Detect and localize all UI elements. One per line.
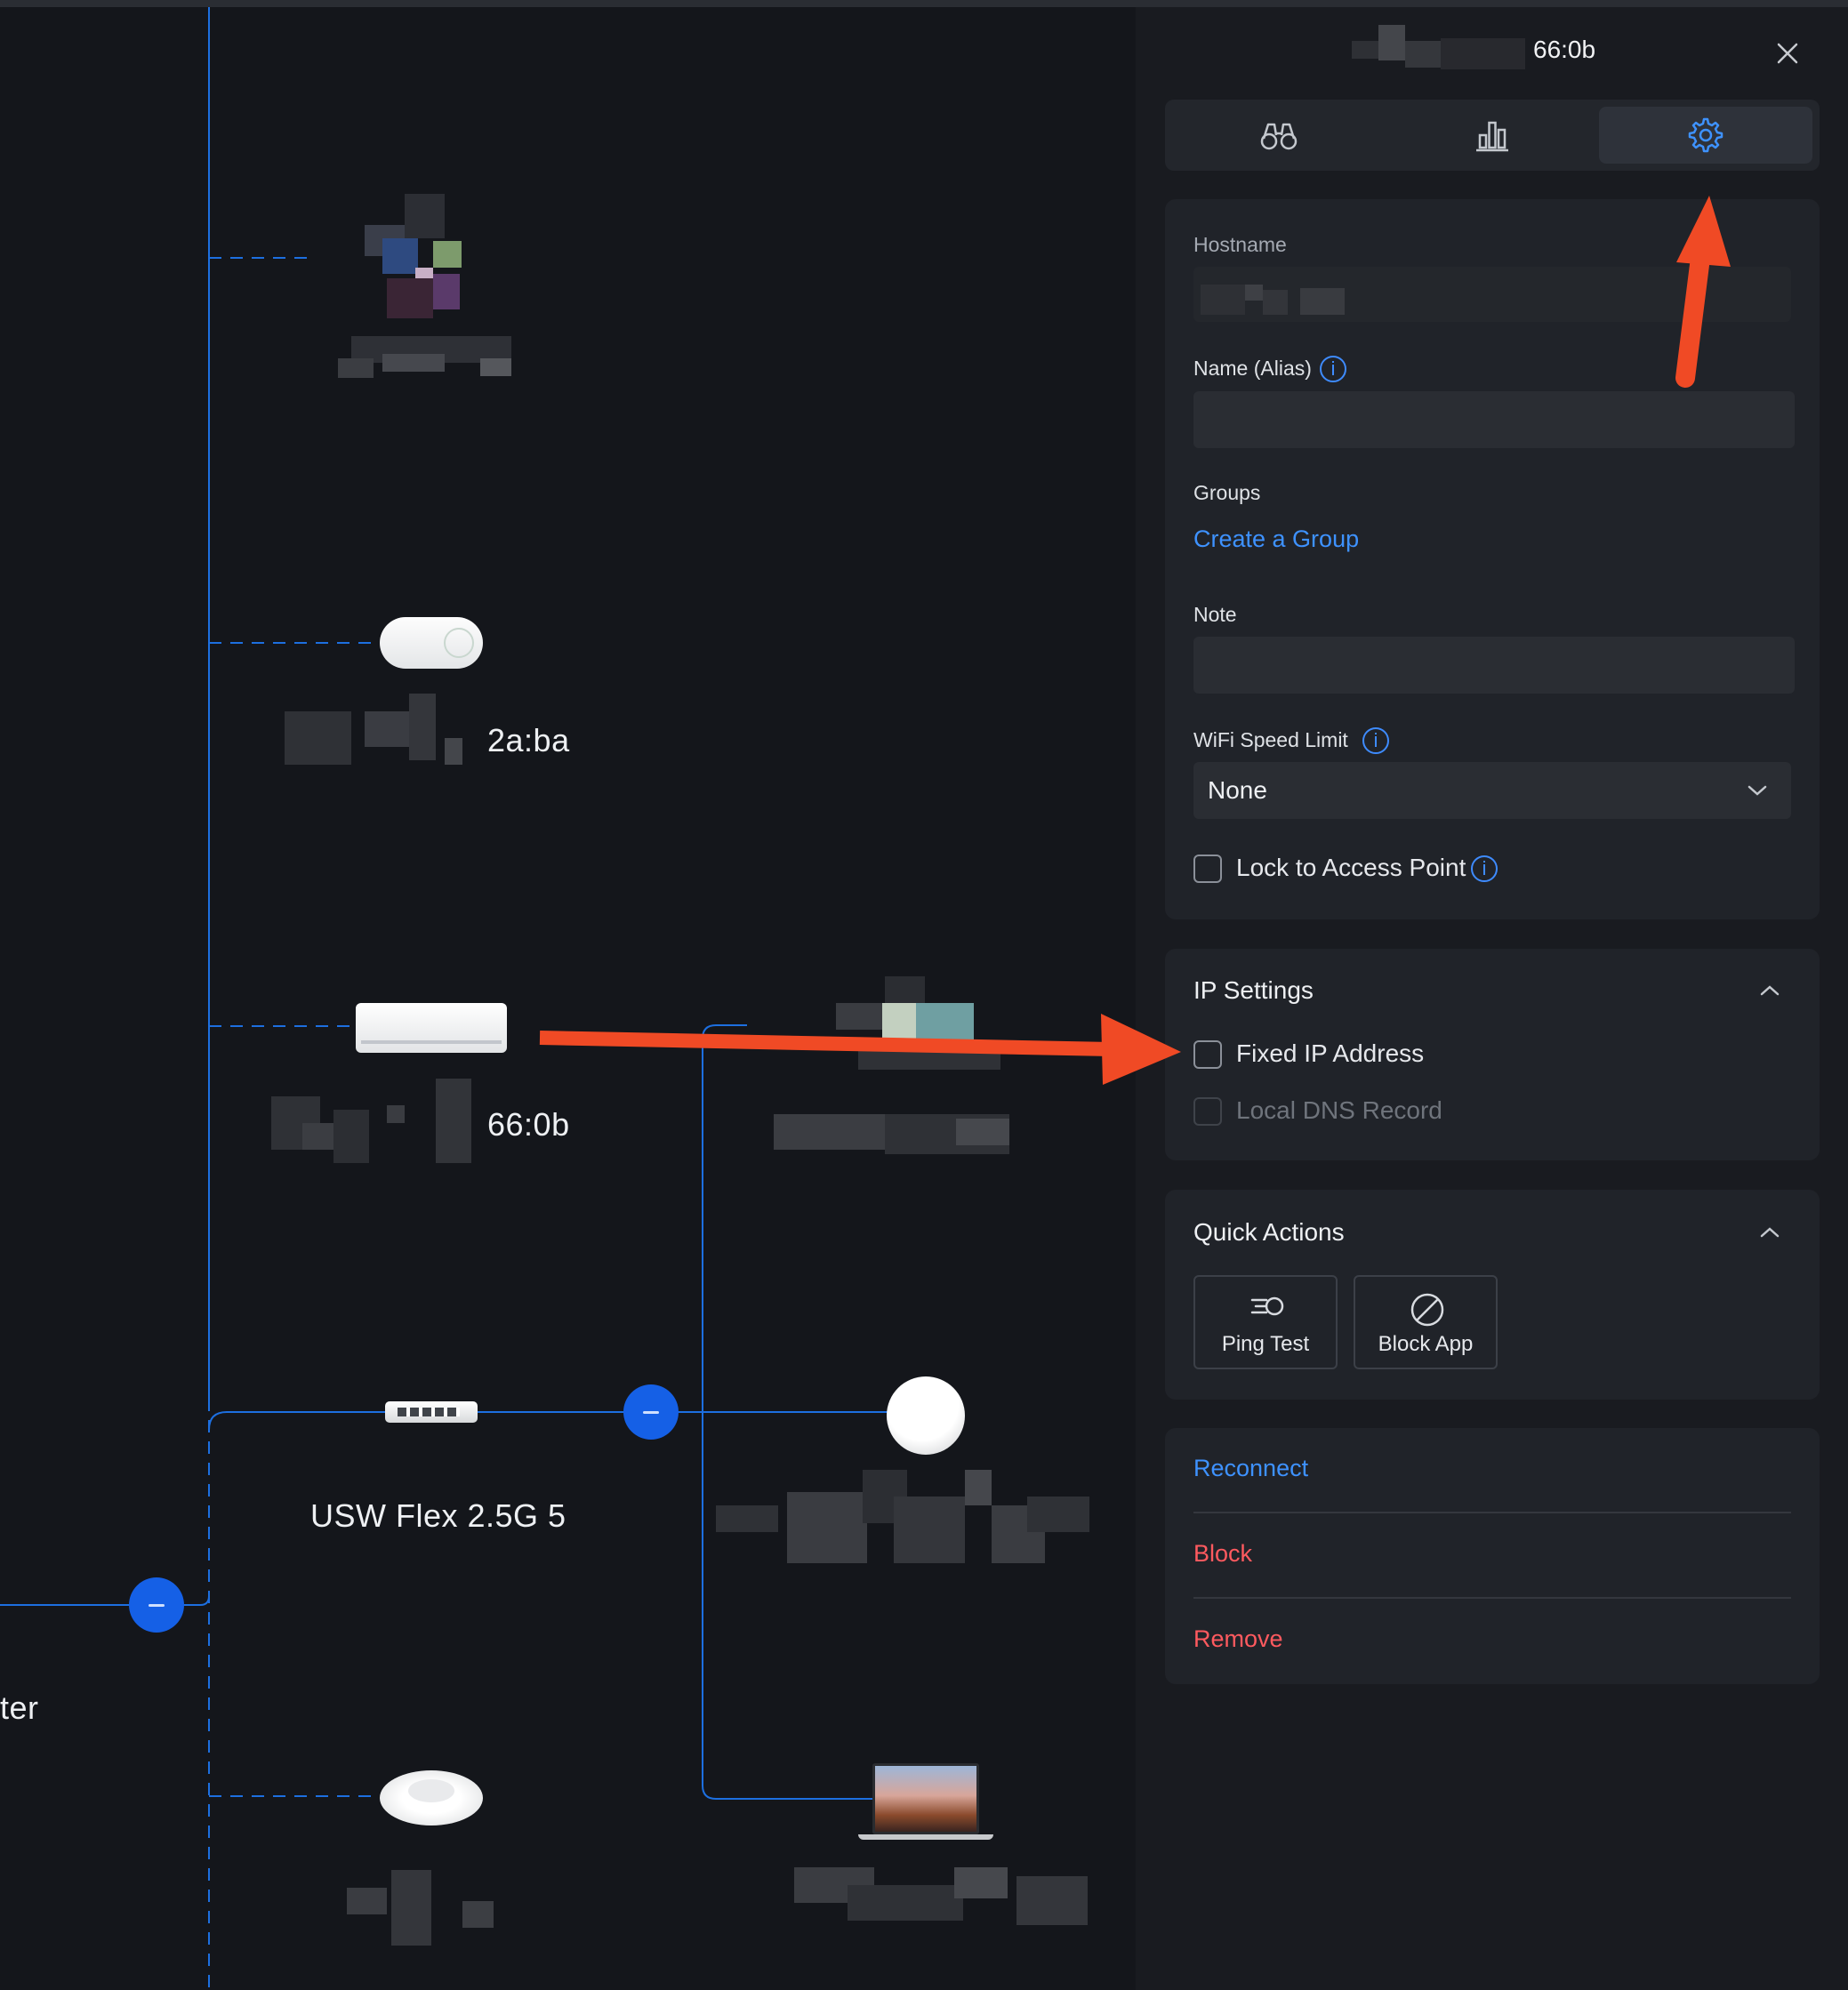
air-conditioner-icon[interactable]	[356, 1003, 507, 1053]
ping-test-label: Ping Test	[1221, 1332, 1310, 1356]
smart-plug-icon[interactable]	[380, 617, 483, 669]
access-point-icon[interactable]	[380, 1770, 483, 1826]
local-dns-checkbox	[1193, 1097, 1222, 1126]
alias-label: Name (Alias)	[1193, 357, 1312, 380]
fixed-ip-checkbox[interactable]	[1193, 1040, 1222, 1069]
info-icon[interactable]	[1471, 855, 1498, 882]
wifi-speed-select[interactable]: None	[1193, 762, 1791, 819]
window-top-edge	[0, 0, 1848, 7]
binoculars-icon	[1260, 123, 1298, 150]
divider	[1193, 1512, 1791, 1513]
device-label-switch: USW Flex 2.5G 5	[310, 1497, 566, 1534]
laptop-icon[interactable]	[858, 1763, 993, 1843]
pixelated-label	[253, 1079, 485, 1172]
pixelated-label	[347, 1861, 525, 1950]
switch-icon[interactable]	[385, 1401, 478, 1423]
gateway-label-fragment: ter	[0, 1689, 39, 1726]
tab-settings[interactable]	[1599, 107, 1812, 164]
chevron-down-icon	[1748, 785, 1767, 796]
reconnect-link[interactable]: Reconnect	[1193, 1455, 1308, 1482]
alias-input[interactable]	[1193, 391, 1795, 448]
local-dns-label: Local DNS Record	[1236, 1096, 1442, 1124]
panel-title: 66:0b	[1533, 36, 1596, 63]
pixelated-label	[716, 1470, 1125, 1568]
hostname-label: Hostname	[1193, 233, 1287, 256]
round-access-point-icon[interactable]	[887, 1376, 965, 1455]
ip-settings-title[interactable]: IP Settings	[1193, 976, 1314, 1005]
note-label: Note	[1193, 603, 1237, 626]
info-icon[interactable]	[1320, 356, 1346, 382]
gear-icon	[1688, 117, 1723, 153]
wifi-speed-label: WiFi Speed Limit	[1193, 728, 1348, 751]
quick-actions-title[interactable]: Quick Actions	[1193, 1218, 1345, 1247]
chevron-up-icon[interactable]	[1758, 1225, 1781, 1240]
tab-overview[interactable]	[1172, 107, 1386, 164]
groups-label: Groups	[1193, 481, 1261, 504]
wifi-speed-value: None	[1208, 776, 1267, 804]
remove-link[interactable]: Remove	[1193, 1625, 1283, 1653]
pixelated-label	[794, 1867, 1097, 1938]
collapse-switch-button[interactable]	[623, 1384, 679, 1440]
pixelated-device-1[interactable]	[302, 189, 516, 394]
block-link[interactable]: Block	[1193, 1540, 1252, 1568]
create-group-link[interactable]: Create a Group	[1193, 526, 1359, 553]
fixed-ip-label: Fixed IP Address	[1236, 1039, 1425, 1067]
block-app-label: Block App	[1378, 1332, 1474, 1356]
ping-icon	[1250, 1296, 1284, 1316]
panel-tabs	[1165, 100, 1820, 171]
info-icon[interactable]	[1362, 727, 1389, 754]
topology-canvas[interactable]: 2a:ba 66:0b USW Flex 2.5G 5 ter	[0, 7, 1136, 1990]
close-icon[interactable]	[1773, 39, 1802, 68]
pixelated-client-name	[1352, 25, 1530, 78]
pixelated-label	[285, 694, 489, 787]
bar-chart-icon	[1476, 121, 1508, 152]
device-label-660b: 66:0b	[487, 1106, 570, 1143]
pixelated-device-2[interactable]	[774, 972, 1072, 1190]
lock-ap-checkbox[interactable]	[1193, 855, 1222, 883]
chevron-up-icon[interactable]	[1758, 983, 1781, 998]
device-label-2aba: 2a:ba	[487, 722, 570, 758]
block-app-button[interactable]: Block App	[1354, 1275, 1498, 1369]
note-input[interactable]	[1193, 637, 1795, 694]
collapse-gateway-button[interactable]	[129, 1577, 184, 1633]
divider	[1193, 1597, 1791, 1599]
hostname-field	[1193, 267, 1791, 322]
lock-ap-label: Lock to Access Point	[1236, 854, 1466, 881]
block-icon	[1410, 1293, 1444, 1327]
ping-test-button[interactable]: Ping Test	[1193, 1275, 1338, 1369]
tab-statistics[interactable]	[1386, 107, 1599, 164]
